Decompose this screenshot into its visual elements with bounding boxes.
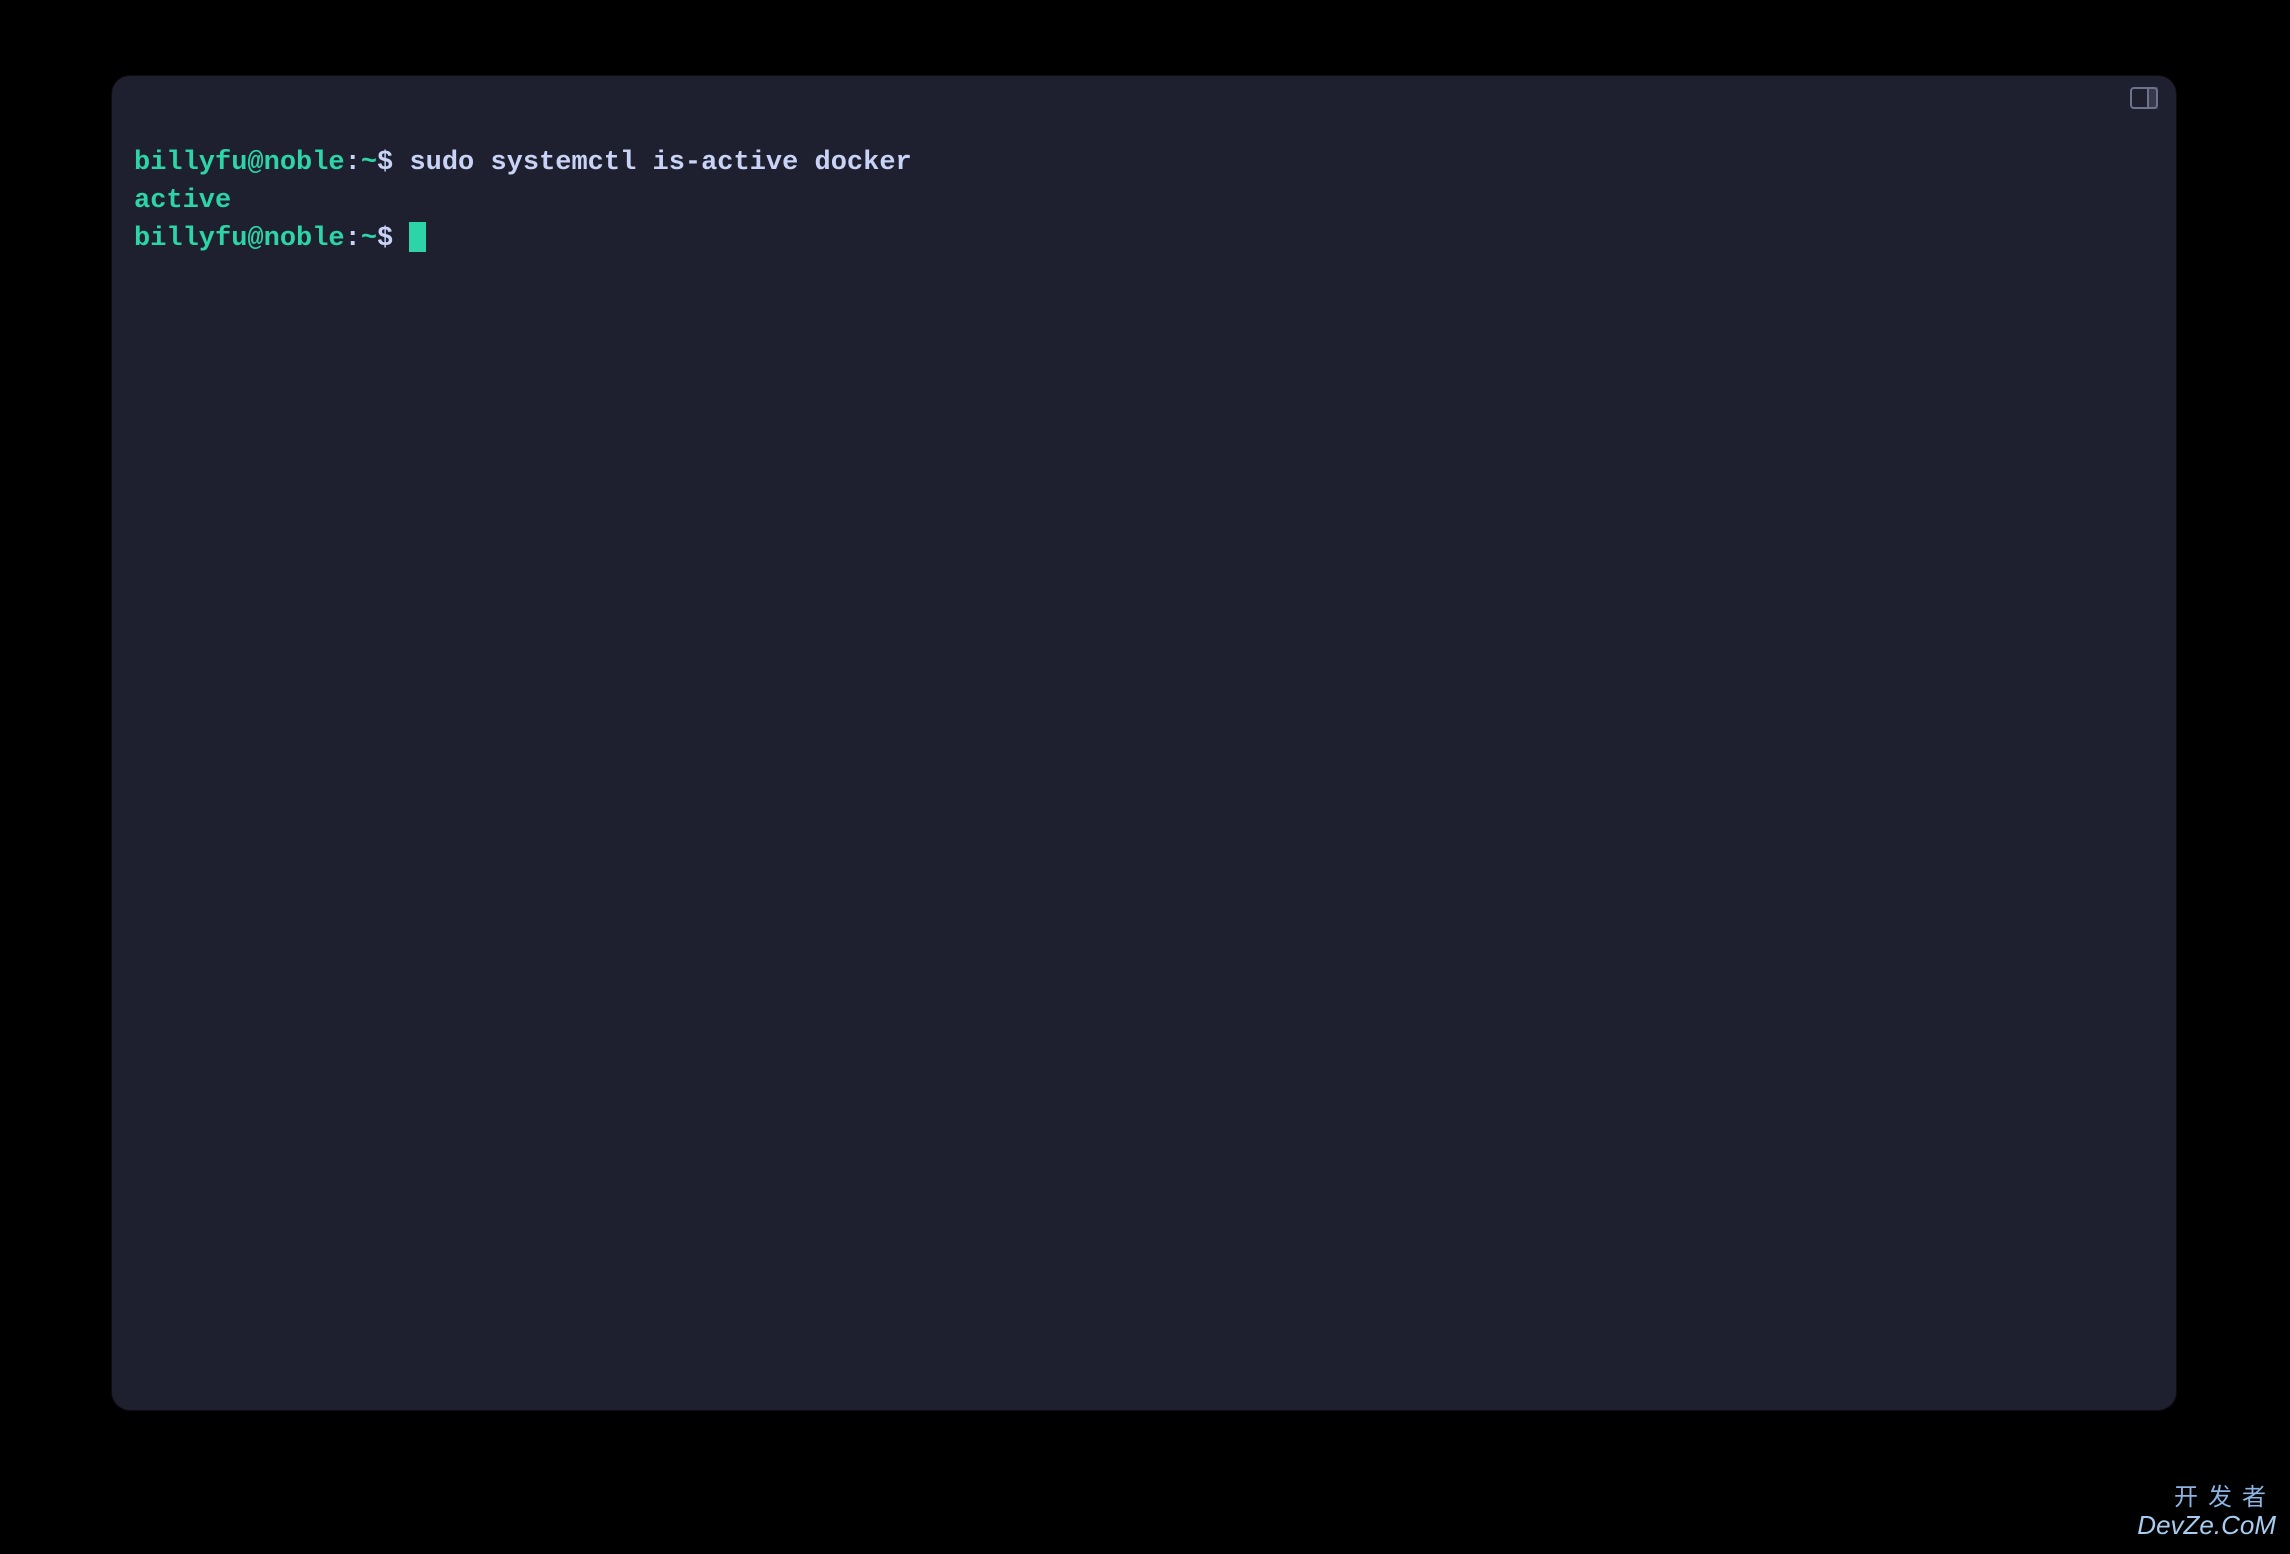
terminal-titlebar	[112, 76, 2176, 106]
prompt-user-host: billyfu@noble	[134, 224, 345, 254]
prompt-symbol: $	[377, 224, 393, 254]
terminal-line-2: active	[134, 182, 2154, 220]
prompt-symbol: $	[377, 148, 393, 178]
prompt-path: ~	[361, 224, 377, 254]
terminal-window[interactable]: billyfu@noble:~$ sudo systemctl is-activ…	[112, 76, 2176, 1410]
command-text: sudo systemctl is-active docker	[409, 148, 911, 178]
command-text	[393, 148, 409, 178]
panel-toggle-icon[interactable]	[2130, 87, 2158, 109]
terminal-cursor	[409, 222, 426, 252]
watermark-line2: DevZe.CoM	[2137, 1511, 2276, 1540]
prompt-user-host: billyfu@noble	[134, 148, 345, 178]
prompt-separator: :	[345, 224, 361, 254]
watermark-line1: 开发者	[2137, 1485, 2276, 1511]
terminal-line-3: billyfu@noble:~$	[134, 220, 2154, 258]
terminal-content[interactable]: billyfu@noble:~$ sudo systemctl is-activ…	[134, 144, 2154, 1390]
command-output: active	[134, 186, 231, 216]
prompt-path: ~	[361, 148, 377, 178]
terminal-line-1: billyfu@noble:~$ sudo systemctl is-activ…	[134, 144, 2154, 182]
watermark: 开发者 DevZe.CoM	[2137, 1485, 2276, 1540]
prompt-separator: :	[345, 148, 361, 178]
